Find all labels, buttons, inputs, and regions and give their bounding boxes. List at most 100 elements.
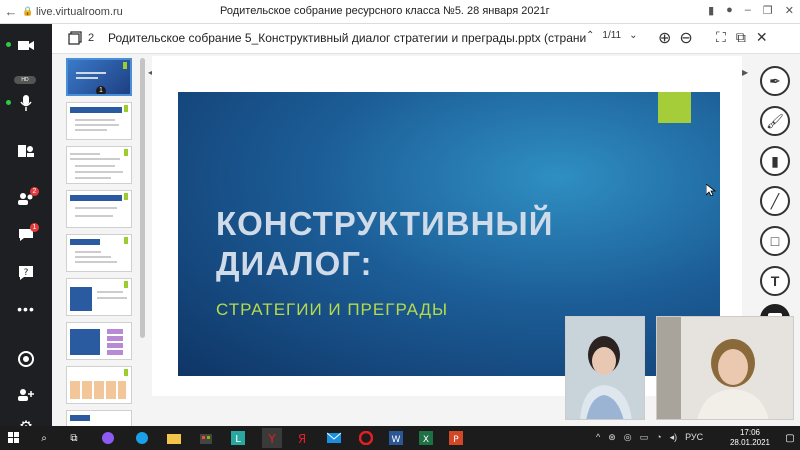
app-icon-mail[interactable]: [326, 430, 342, 446]
thumbnail-line: [70, 158, 120, 160]
mic-indicator-icon[interactable]: ●: [726, 4, 733, 17]
thumbnail-page-8[interactable]: [66, 366, 132, 404]
collapse-right-arrow-icon[interactable]: ▶: [742, 68, 748, 77]
folder-icon: [167, 434, 181, 444]
tray-app-icon[interactable]: ⊛: [608, 432, 616, 443]
tray-battery-icon[interactable]: ▭: [640, 432, 649, 443]
more-button[interactable]: •••: [0, 294, 52, 324]
question-button[interactable]: ?: [0, 258, 52, 288]
app-icon-opera[interactable]: [358, 430, 374, 446]
back-arrow-icon[interactable]: ←: [0, 4, 22, 19]
taskbar-clock[interactable]: 17:06 28.01.2021: [722, 428, 778, 448]
app-icon-alice[interactable]: [100, 430, 116, 446]
app-icon-l[interactable]: L: [230, 430, 246, 446]
app-icon-excel[interactable]: X: [418, 430, 434, 446]
pen-tool[interactable]: ✒: [760, 66, 790, 96]
thumbnail-page-3[interactable]: [66, 146, 132, 184]
app-icon-word[interactable]: W: [388, 430, 404, 446]
thumbnail-page-5[interactable]: [66, 234, 132, 272]
camera-button[interactable]: [0, 30, 52, 60]
zoom-out-icon[interactable]: ⊖: [679, 28, 692, 48]
app-icon-explorer[interactable]: [166, 430, 182, 446]
zoom-in-icon[interactable]: ⊕: [658, 28, 671, 48]
l-app-icon: L: [231, 431, 245, 445]
tray-app-icon[interactable]: ◎: [624, 432, 632, 443]
task-view-icon[interactable]: ⧉: [66, 430, 82, 446]
thumbnail-page-6[interactable]: [66, 278, 132, 316]
thumbnail-page-7[interactable]: [66, 322, 132, 360]
tray-chevron-icon[interactable]: ^: [596, 432, 600, 443]
crop-icon[interactable]: ⧉: [736, 29, 746, 46]
record-button[interactable]: [0, 344, 52, 374]
app-icon-yandex-browser[interactable]: Y: [262, 428, 282, 448]
search-icon[interactable]: ⌕: [36, 430, 52, 446]
svg-text:Я: Я: [298, 432, 306, 445]
text-tool[interactable]: T: [760, 266, 790, 296]
yandex-browser-icon: Y: [267, 432, 276, 445]
thumbnail-accent: [124, 193, 128, 200]
tray-language[interactable]: РУС: [685, 432, 703, 443]
pages-icon[interactable]: [68, 31, 82, 45]
rectangle-tool[interactable]: □: [760, 226, 790, 256]
thumbnail-image: [70, 381, 126, 399]
chevron-down-icon[interactable]: ⌄: [629, 30, 637, 41]
thumbnail-line: [75, 177, 111, 179]
thumbnail-list[interactable]: 1: [60, 56, 148, 426]
slide-green-accent: [658, 92, 691, 123]
screen-share-button[interactable]: [0, 136, 52, 166]
mouse-cursor-icon: [706, 184, 716, 196]
app-icon-yandex[interactable]: Я: [294, 430, 310, 446]
microphone-button[interactable]: [0, 88, 52, 118]
windows-start-icon[interactable]: [6, 430, 22, 446]
chevron-up-icon[interactable]: ⌃: [586, 30, 594, 41]
thumbnail-page-1[interactable]: 1: [66, 58, 132, 96]
address-bar[interactable]: live.virtualroom.ru: [36, 6, 156, 18]
camera-indicator-icon[interactable]: ▮: [708, 4, 714, 17]
marker-tool[interactable]: ▮: [760, 146, 790, 176]
participants-button[interactable]: 2: [0, 184, 52, 214]
thumbnail-bar: [70, 195, 122, 201]
line-icon: ╱: [770, 192, 780, 209]
thumbnail-line: [75, 171, 123, 173]
pen-icon: ✒: [769, 72, 781, 89]
slide-stage[interactable]: КОНСТРУКТИВНЫЙ ДИАЛОГ: СТРАТЕГИИ И ПРЕГР…: [152, 56, 742, 396]
close-document-icon[interactable]: ✕: [756, 29, 768, 46]
line-tool[interactable]: ╱: [760, 186, 790, 216]
thumbnail-accent: [124, 149, 128, 156]
close-icon[interactable]: ✕: [785, 4, 794, 17]
tray-network-icon[interactable]: ◔: [656, 432, 661, 443]
svg-text:L: L: [235, 434, 241, 445]
thumbnail-line: [75, 261, 117, 263]
app-icon-powerpoint[interactable]: P: [448, 430, 464, 446]
notifications-icon[interactable]: ▢: [782, 430, 798, 446]
participant-2-video: [657, 317, 793, 419]
lock-icon: 🔒: [22, 6, 34, 16]
thumbnail-line: [75, 251, 101, 253]
app-icon-edge[interactable]: [134, 430, 150, 446]
video-tile-participant-1[interactable]: [565, 316, 645, 420]
chat-button[interactable]: 1: [0, 220, 52, 250]
invite-button[interactable]: [0, 380, 52, 410]
thumbnail-image: [70, 287, 92, 311]
thumbnail-image: [70, 329, 100, 355]
thumbnail-line: [97, 291, 123, 293]
app-icon-store[interactable]: [198, 430, 214, 446]
screen-share-icon: [18, 145, 34, 157]
thumbnail-page-2[interactable]: [66, 102, 132, 140]
brush-tool[interactable]: 🖌: [760, 106, 790, 136]
fit-screen-icon[interactable]: ⛶: [716, 29, 726, 46]
minimize-icon[interactable]: –: [745, 4, 751, 17]
tray-volume-icon[interactable]: ◂): [670, 432, 678, 443]
thumbnail-page-4[interactable]: [66, 190, 132, 228]
browser-bar: ← 🔒 live.virtualroom.ru Родительское соб…: [0, 0, 800, 24]
thumbnail-line: [75, 119, 115, 121]
thumbnail-scrollbar[interactable]: [140, 58, 145, 338]
more-dots-icon: •••: [17, 301, 35, 317]
document-header: 2 Родительское собрание 5_Конструктивный…: [52, 24, 800, 54]
slide-heading: КОНСТРУКТИВНЫЙ ДИАЛОГ:: [216, 205, 554, 282]
chat-badge: 1: [30, 223, 39, 232]
video-tile-participant-2[interactable]: [656, 316, 794, 420]
thumbnail-bar: [70, 415, 90, 421]
restore-icon[interactable]: ❐: [763, 4, 773, 17]
thumbnail-page-9[interactable]: [66, 410, 132, 426]
